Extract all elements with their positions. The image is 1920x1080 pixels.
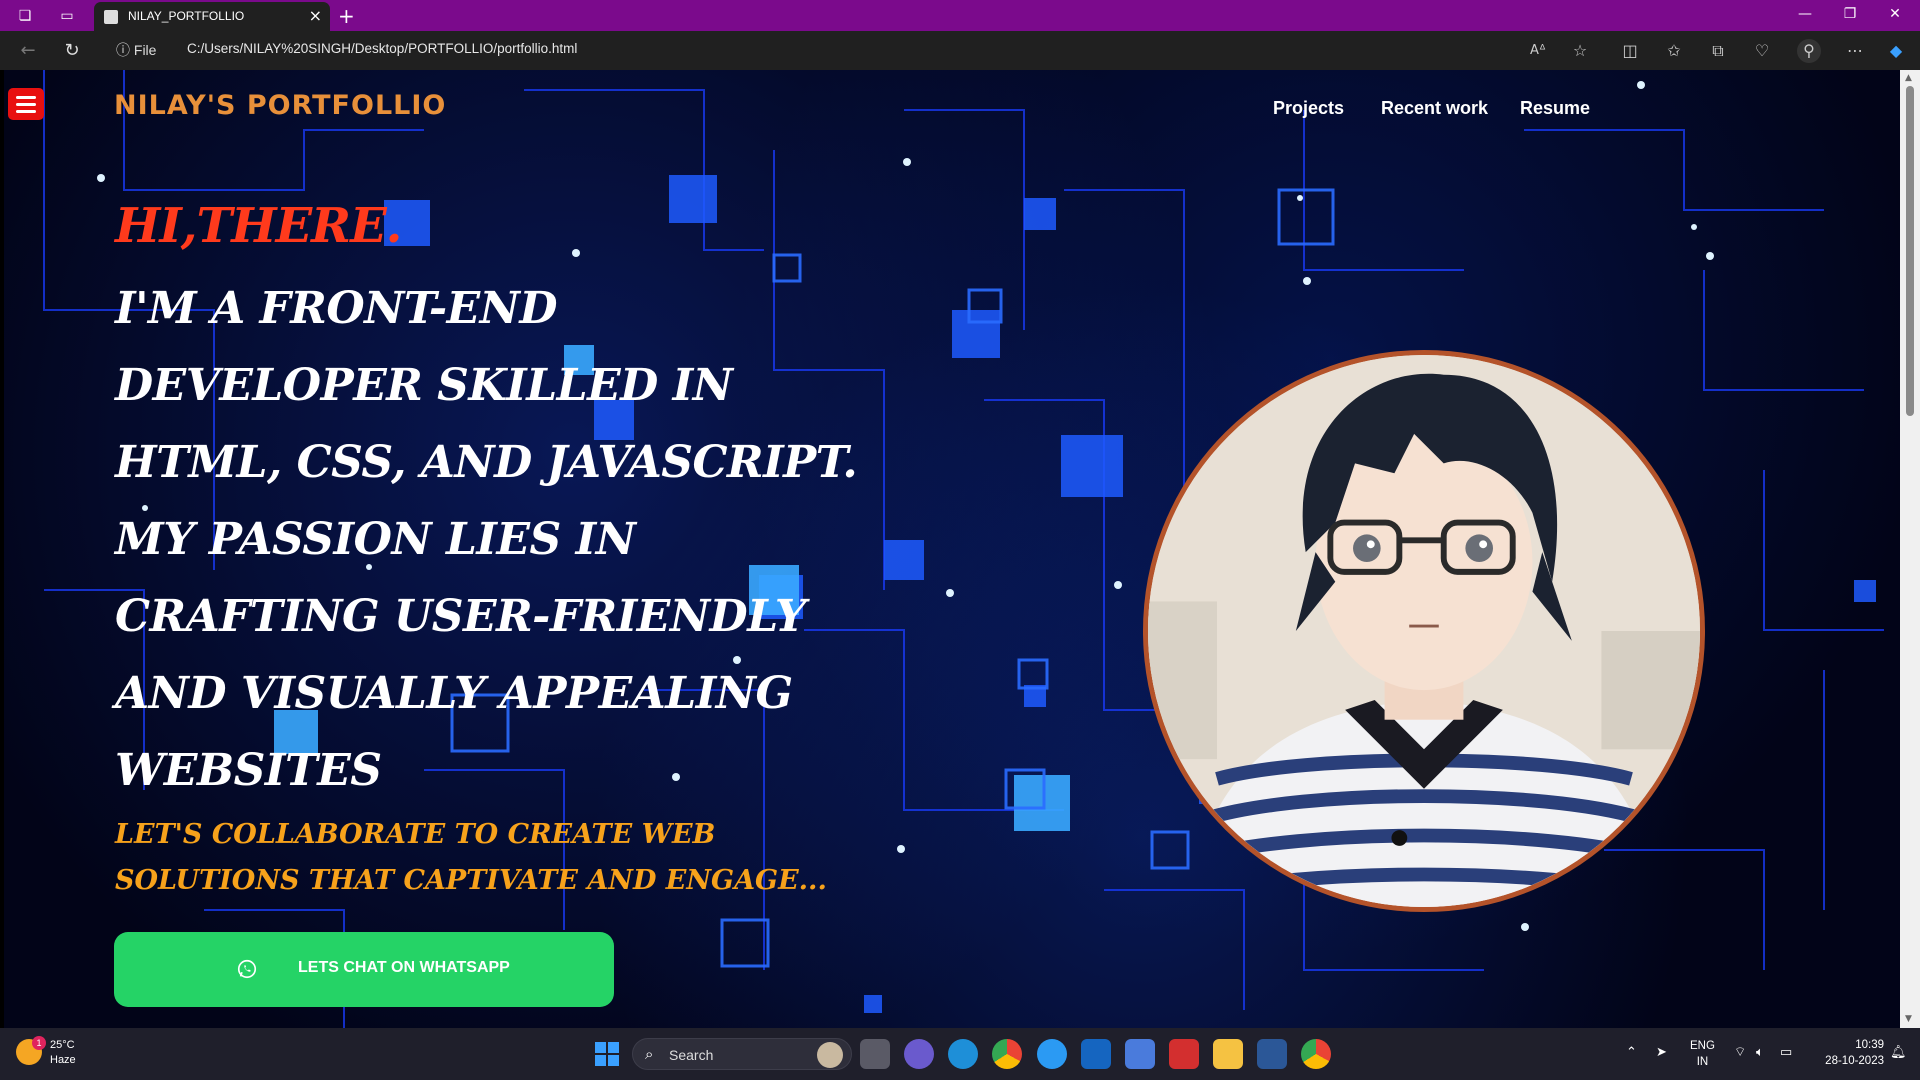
anime-avatar-illustration bbox=[1148, 355, 1700, 907]
store-icon[interactable] bbox=[1125, 1039, 1155, 1069]
tab-title: NILAY_PORTFOLLIO bbox=[128, 9, 245, 23]
split-screen-icon[interactable]: ◫ bbox=[1618, 39, 1642, 63]
browser-essentials-icon[interactable]: ♡ bbox=[1750, 39, 1774, 63]
collaborate-text: LET'S COLLABORATE TO CREATE WEB SOLUTION… bbox=[115, 819, 827, 896]
settings-app-icon[interactable] bbox=[1037, 1039, 1067, 1069]
chrome-profile-icon[interactable] bbox=[1301, 1039, 1331, 1069]
nav-recent-work[interactable]: Recent work bbox=[1381, 98, 1488, 119]
weather-temp: 25°C bbox=[50, 1039, 75, 1051]
file-explorer-icon[interactable] bbox=[1213, 1039, 1243, 1069]
page-scrollbar[interactable]: ▲ ▼ bbox=[1900, 70, 1920, 1028]
search-highlight-icon bbox=[817, 1042, 843, 1068]
volume-icon[interactable]: 🔈︎ bbox=[1756, 1044, 1764, 1060]
clock-date: 28-10-2023 bbox=[1825, 1055, 1884, 1067]
profile-avatar bbox=[1143, 350, 1705, 912]
browser-tab[interactable]: NILAY_PORTFOLLIO × bbox=[94, 2, 330, 31]
tray-overflow-icon[interactable]: ⌃ bbox=[1626, 1044, 1637, 1060]
task-view-icon[interactable] bbox=[860, 1039, 890, 1069]
favorites-icon[interactable]: ✩ bbox=[1662, 39, 1686, 63]
new-tab-icon[interactable]: + bbox=[338, 4, 355, 28]
tab-actions-icon[interactable]: ▭ bbox=[57, 6, 77, 26]
search-placeholder: Search bbox=[669, 1047, 714, 1063]
clock-time: 10:39 bbox=[1855, 1039, 1884, 1051]
profile-icon[interactable]: ⚲ bbox=[1797, 39, 1821, 63]
wifi-icon[interactable]: ⌔ bbox=[1734, 1044, 1746, 1060]
search-icon: ⌕ bbox=[645, 1045, 654, 1063]
portfolio-page: NILAY'S PORTFOLLIO Projects Recent work … bbox=[4, 70, 1900, 1028]
url-input[interactable]: C:/Users/NILAY%20SINGH/Desktop/PORTFOLLI… bbox=[187, 41, 577, 56]
clock[interactable]: 10:39 28-10-2023 bbox=[1814, 1037, 1884, 1069]
close-window-icon[interactable]: ✕ bbox=[1875, 6, 1915, 22]
region-code: IN bbox=[1696, 1056, 1709, 1068]
workspaces-icon[interactable]: ❏ bbox=[15, 6, 35, 26]
minimize-icon[interactable]: — bbox=[1785, 6, 1825, 22]
weather-widget[interactable]: 25°C Haze bbox=[50, 1038, 76, 1068]
read-aloud-icon[interactable]: Aᐞ bbox=[1526, 39, 1550, 63]
close-tab-icon[interactable]: × bbox=[309, 6, 322, 25]
scroll-thumb[interactable] bbox=[1906, 86, 1914, 416]
windows-taskbar: 1 25°C Haze ⌕ Search ⌃ ➤ ENG IN ⌔ 🔈︎ ▭ 1… bbox=[0, 1028, 1920, 1080]
greeting-heading: HI,THERE. bbox=[115, 198, 402, 254]
url-scheme-label: File bbox=[133, 42, 157, 58]
collections-icon[interactable]: ⧉ bbox=[1706, 39, 1730, 63]
weather-badge: 1 bbox=[32, 1036, 46, 1050]
mysql-icon[interactable] bbox=[1081, 1039, 1111, 1069]
battery-icon[interactable]: ▭ bbox=[1780, 1044, 1792, 1060]
language-indicator[interactable]: ENG IN bbox=[1690, 1038, 1715, 1070]
favorite-star-icon[interactable]: ☆ bbox=[1568, 39, 1592, 63]
lang-code: ENG bbox=[1690, 1040, 1715, 1052]
scroll-down-icon[interactable]: ▼ bbox=[1905, 1014, 1912, 1024]
chrome-icon[interactable] bbox=[992, 1039, 1022, 1069]
edge-icon[interactable] bbox=[948, 1039, 978, 1069]
mcafee-icon[interactable] bbox=[1169, 1039, 1199, 1069]
menu-hamburger-icon[interactable] bbox=[8, 88, 44, 120]
whatsapp-chat-button[interactable]: LETS CHAT ON WHATSAPP bbox=[114, 932, 614, 1007]
refresh-icon[interactable]: ↻ bbox=[60, 39, 84, 63]
back-icon[interactable]: ← bbox=[16, 39, 40, 63]
location-icon[interactable]: ➤ bbox=[1656, 1044, 1667, 1060]
taskbar-search[interactable]: ⌕ Search bbox=[632, 1038, 852, 1070]
more-options-icon[interactable]: ⋯ bbox=[1843, 39, 1867, 63]
word-icon[interactable] bbox=[1257, 1039, 1287, 1069]
whatsapp-button-label: LETS CHAT ON WHATSAPP bbox=[298, 959, 510, 976]
weather-desc: Haze bbox=[50, 1054, 76, 1066]
intro-text: I'M A FRONT-END DEVELOPER SKILLED IN HTM… bbox=[115, 283, 858, 796]
whatsapp-icon bbox=[237, 959, 257, 979]
nav-resume[interactable]: Resume bbox=[1520, 98, 1590, 119]
site-brand[interactable]: NILAY'S PORTFOLLIO bbox=[114, 90, 446, 121]
teams-chat-icon[interactable] bbox=[904, 1039, 934, 1069]
scroll-up-icon[interactable]: ▲ bbox=[1905, 73, 1912, 83]
page-favicon-icon bbox=[104, 10, 118, 24]
start-button-icon[interactable] bbox=[592, 1039, 622, 1069]
nav-projects[interactable]: Projects bbox=[1273, 98, 1344, 119]
address-bar: ← ↻ ⓘ File C:/Users/NILAY%20SINGH/Deskto… bbox=[0, 31, 1920, 70]
browser-titlebar: ❏ ▭ NILAY_PORTFOLLIO × + — ❐ ✕ bbox=[0, 0, 1920, 31]
copilot-icon[interactable]: ◆ bbox=[1884, 39, 1908, 63]
restore-icon[interactable]: ❐ bbox=[1830, 6, 1870, 22]
site-info-button[interactable]: ⓘ File bbox=[116, 40, 156, 60]
notifications-icon[interactable]: 🔔︎ bbox=[1890, 1044, 1907, 1060]
